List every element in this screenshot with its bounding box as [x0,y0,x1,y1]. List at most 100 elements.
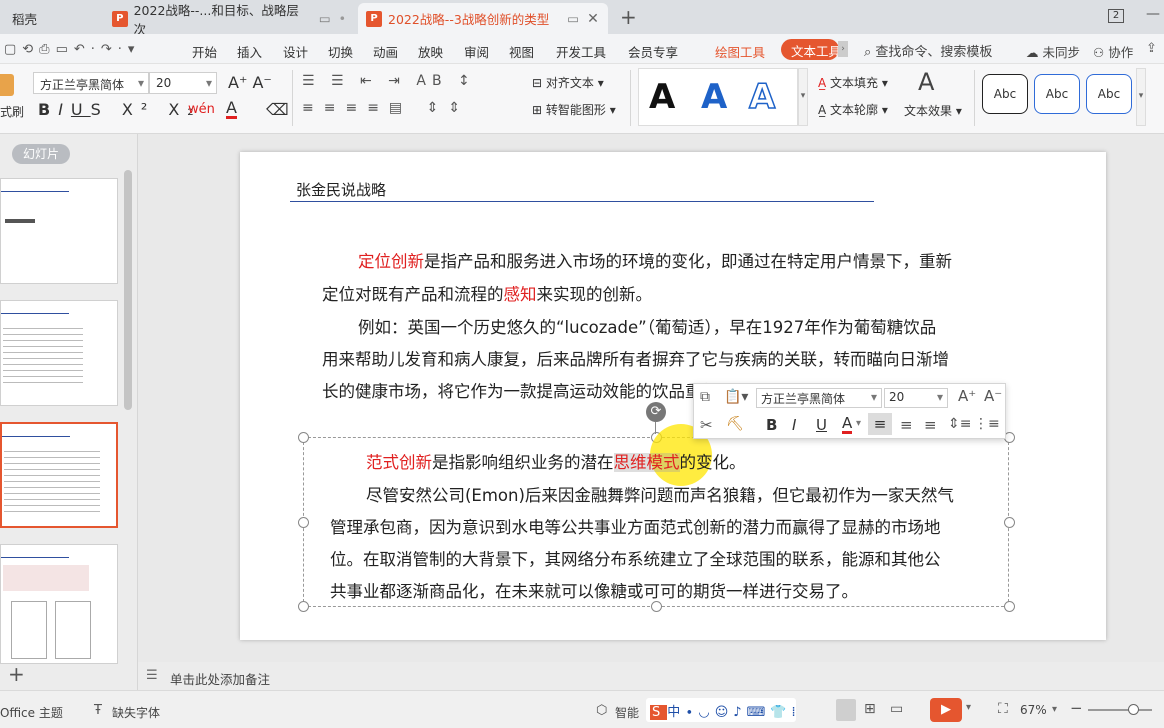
menu-member[interactable]: 会员专享 [628,42,678,61]
phonetic-icon[interactable]: wén [188,102,215,117]
bullet-list-icon[interactable]: ⋮≡ [974,416,1000,432]
paragraph-2-line-2[interactable]: 用来帮助儿发育和病人康复，后来品牌所有者摒弃了它与疾病的关联，转而瞄向日渐增 [322,346,949,370]
menu-review[interactable]: 审阅 [464,42,489,61]
window-count-badge[interactable]: 2 [1108,9,1124,23]
theme-label[interactable]: Office 主题 [0,704,63,721]
notes-bar[interactable]: ☰ 单击此处添加备注 [138,662,1164,690]
slides-tab-label[interactable]: 幻灯片 [12,144,70,164]
gallery-scroll[interactable]: ▾ [798,68,808,126]
paragraph-2-line-1[interactable]: 例如：英国一个历史悠久的“lucozade”（葡萄适），早在1927年作为葡萄糖… [358,314,936,338]
text-outline-button[interactable]: A̲ 文本轮廓 ▾ [818,101,888,118]
font-family-select[interactable]: 方正兰亭黑简体 ▾ [33,72,149,94]
line-spacing-icon[interactable]: ⇕≡ [948,416,971,432]
cut-icon[interactable]: ✂ [700,416,713,434]
menu-animation[interactable]: 动画 [373,42,398,61]
tab-docer[interactable]: 稻壳 [0,3,100,34]
bold-icon[interactable]: B [766,416,777,434]
font-size-select[interactable]: 20 ▾ [149,72,217,94]
resize-handle[interactable] [298,517,309,528]
align-icons[interactable]: ≡≡≡≡▤ ⇕⇕ [302,100,470,116]
paragraph-4-line-2[interactable]: 管理承包商，因为意识到水电等公共事业方面范式创新的潜力而赢得了显赫的市场地 [330,514,941,538]
menu-insert[interactable]: 插入 [237,42,262,61]
share-icon[interactable]: ⇪ [1146,41,1157,56]
zoom-level[interactable]: 67% [1020,703,1047,717]
grow-font-icon[interactable]: A⁺ A⁻ [228,73,272,92]
format-painter-icon[interactable]: ⛏ [726,416,744,432]
zoom-slider-thumb[interactable] [1128,704,1139,715]
chevron-down-icon[interactable]: ▾ [856,418,861,429]
shape-style-2[interactable]: Abc [1034,74,1080,114]
copy-icon[interactable]: ⧉ [700,389,710,405]
slide-thumbnail[interactable] [0,544,118,664]
paragraph-4-line-3[interactable]: 位。在取消管制的大背景下，其网络分布系统建立了全球范围的联系，能源和其他公 [330,546,941,570]
eraser-icon[interactable]: ⌫ [266,100,289,119]
menu-drawing-tools[interactable]: 绘图工具 [715,42,765,61]
resize-handle[interactable] [651,601,662,612]
wordart-outline[interactable]: A [748,76,776,118]
resize-handle[interactable] [298,432,309,443]
grow-font-icon[interactable]: A⁺ [958,387,976,405]
format-painter-icon[interactable] [0,74,14,96]
minimize-icon[interactable]: — [1146,6,1160,22]
notes-placeholder[interactable]: 单击此处添加备注 [170,669,270,688]
paragraph-4-line-4[interactable]: 共事业都逐渐商品化，在未来就可以像糖或可可的期货一样进行交易了。 [330,578,858,602]
monitor-icon[interactable]: ▭ [319,11,331,26]
resize-handle[interactable] [298,601,309,612]
font-color-icon[interactable]: A [842,416,853,434]
wordart-blue[interactable]: A [701,77,727,117]
search-box[interactable]: ⌕ 查找命令、搜索模板 [864,41,992,60]
menu-view[interactable]: 视图 [509,42,534,61]
tab-doc-2[interactable]: P 2022战略--3战略创新的类型 ▭ ✕ [358,3,608,34]
text-fill-button[interactable]: A̲ 文本填充 ▾ [818,74,888,91]
smart-shape-button[interactable]: ⊞ 转智能图形 ▾ [532,101,616,118]
menu-transition[interactable]: 切换 [328,42,353,61]
wordart-gallery[interactable]: A A A [638,68,798,126]
underline-icon[interactable]: U [816,416,827,434]
align-right-icon[interactable]: ≡ [924,416,937,434]
paste-icon[interactable]: 📋▾ [724,389,748,405]
play-button[interactable]: ▶ [930,698,962,722]
style-gallery-scroll[interactable]: ▾ [1136,68,1146,126]
paragraph-1[interactable]: 定位创新是指产品和服务进入市场的环境的变化，即通过在特定用户情景下，重新 [358,248,952,272]
chevron-right-icon[interactable]: › [838,41,848,57]
quick-access-icons[interactable]: ▢⟲⎙▭↶·↷·▾ [4,42,140,57]
resize-handle[interactable] [1004,517,1015,528]
chevron-down-icon[interactable]: ▾ [966,702,971,713]
sorter-view-icon[interactable]: ⊞ [864,701,876,717]
paragraph-4-line-1[interactable]: 尽管安然公司(Emon)后来因金融舞弊问题而声名狼籍，但它最初作为一家天然气 [366,482,954,506]
shape-style-1[interactable]: Abc [982,74,1028,114]
float-font-size-select[interactable]: 20 ▾ [884,388,948,408]
text-effect-button[interactable]: 文本效果 ▾ [904,102,962,119]
slide-thumbnail-active[interactable] [0,422,118,528]
reading-view-icon[interactable]: ▭ [890,701,903,717]
zoom-out-icon[interactable]: − [1070,699,1083,717]
ime-toolbar[interactable]: S 中∙◡☺♪⌨👕⁞ [646,698,796,722]
font-color-icon[interactable]: A [226,100,237,119]
scrollbar[interactable] [124,170,132,410]
shrink-font-icon[interactable]: A⁻ [984,387,1002,405]
sync-status[interactable]: ☁ 未同步 [1026,42,1080,61]
menu-slideshow[interactable]: 放映 [418,42,443,61]
rotate-icon[interactable]: ⟳ [646,402,666,422]
wordart-black[interactable]: A [649,77,675,117]
normal-view-icon[interactable] [836,699,856,721]
monitor-icon[interactable]: ▭ [567,11,579,26]
missing-font-label[interactable]: 缺失字体 [112,704,160,721]
italic-icon[interactable]: I [792,416,796,434]
paragraph-1-line-2[interactable]: 定位对既有产品和流程的感知来实现的创新。 [322,281,652,305]
collab-button[interactable]: ⚇ 协作 [1093,42,1133,61]
slide-thumbnail[interactable] [0,300,118,406]
add-slide-icon[interactable]: + [8,662,25,686]
menu-home[interactable]: 开始 [192,42,217,61]
list-icons[interactable]: ☰ ☰ ⇤ ⇥ AB ↕ [302,73,476,89]
align-left-icon[interactable]: ≡ [868,413,892,435]
resize-handle[interactable] [1004,601,1015,612]
text-format-icons[interactable]: BIUS X² X₂ [38,100,202,119]
smart-label[interactable]: 智能 [615,704,639,721]
menu-design[interactable]: 设计 [283,42,308,61]
slide-thumbnail[interactable] [0,178,118,284]
slide-header[interactable]: 张金民说战略 [296,179,386,200]
align-center-icon[interactable]: ≡ [900,416,913,434]
close-icon[interactable]: ✕ [587,11,599,27]
tab-doc-1[interactable]: P 2022战略--...和目标、战略层次 ▭ • [104,3,354,37]
